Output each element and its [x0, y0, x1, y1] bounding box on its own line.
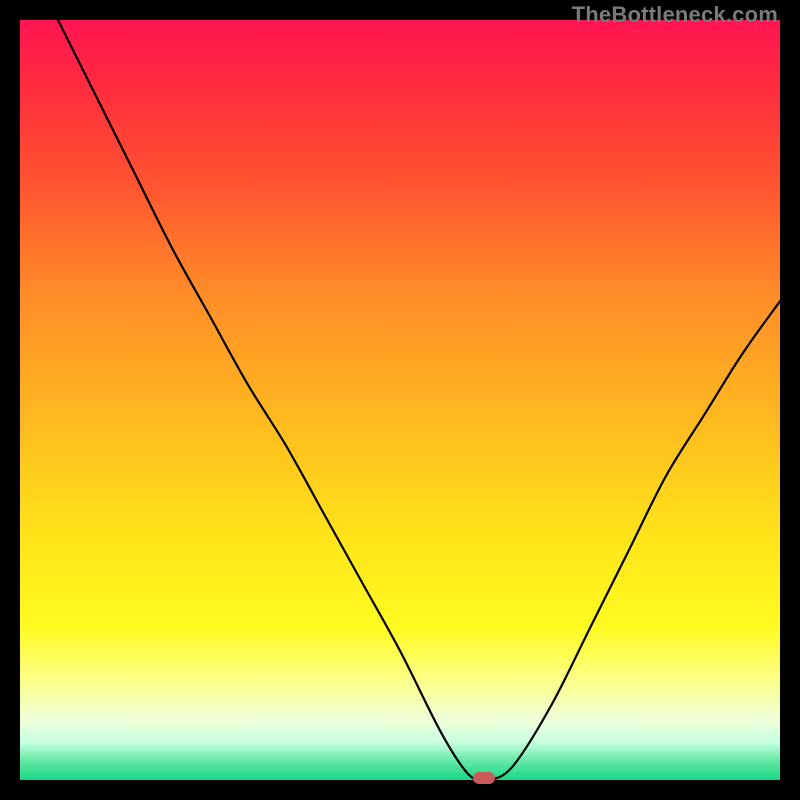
chart-plot-area: [20, 20, 780, 780]
watermark-label: TheBottleneck.com: [572, 2, 778, 28]
optimal-point-marker: [473, 772, 495, 784]
